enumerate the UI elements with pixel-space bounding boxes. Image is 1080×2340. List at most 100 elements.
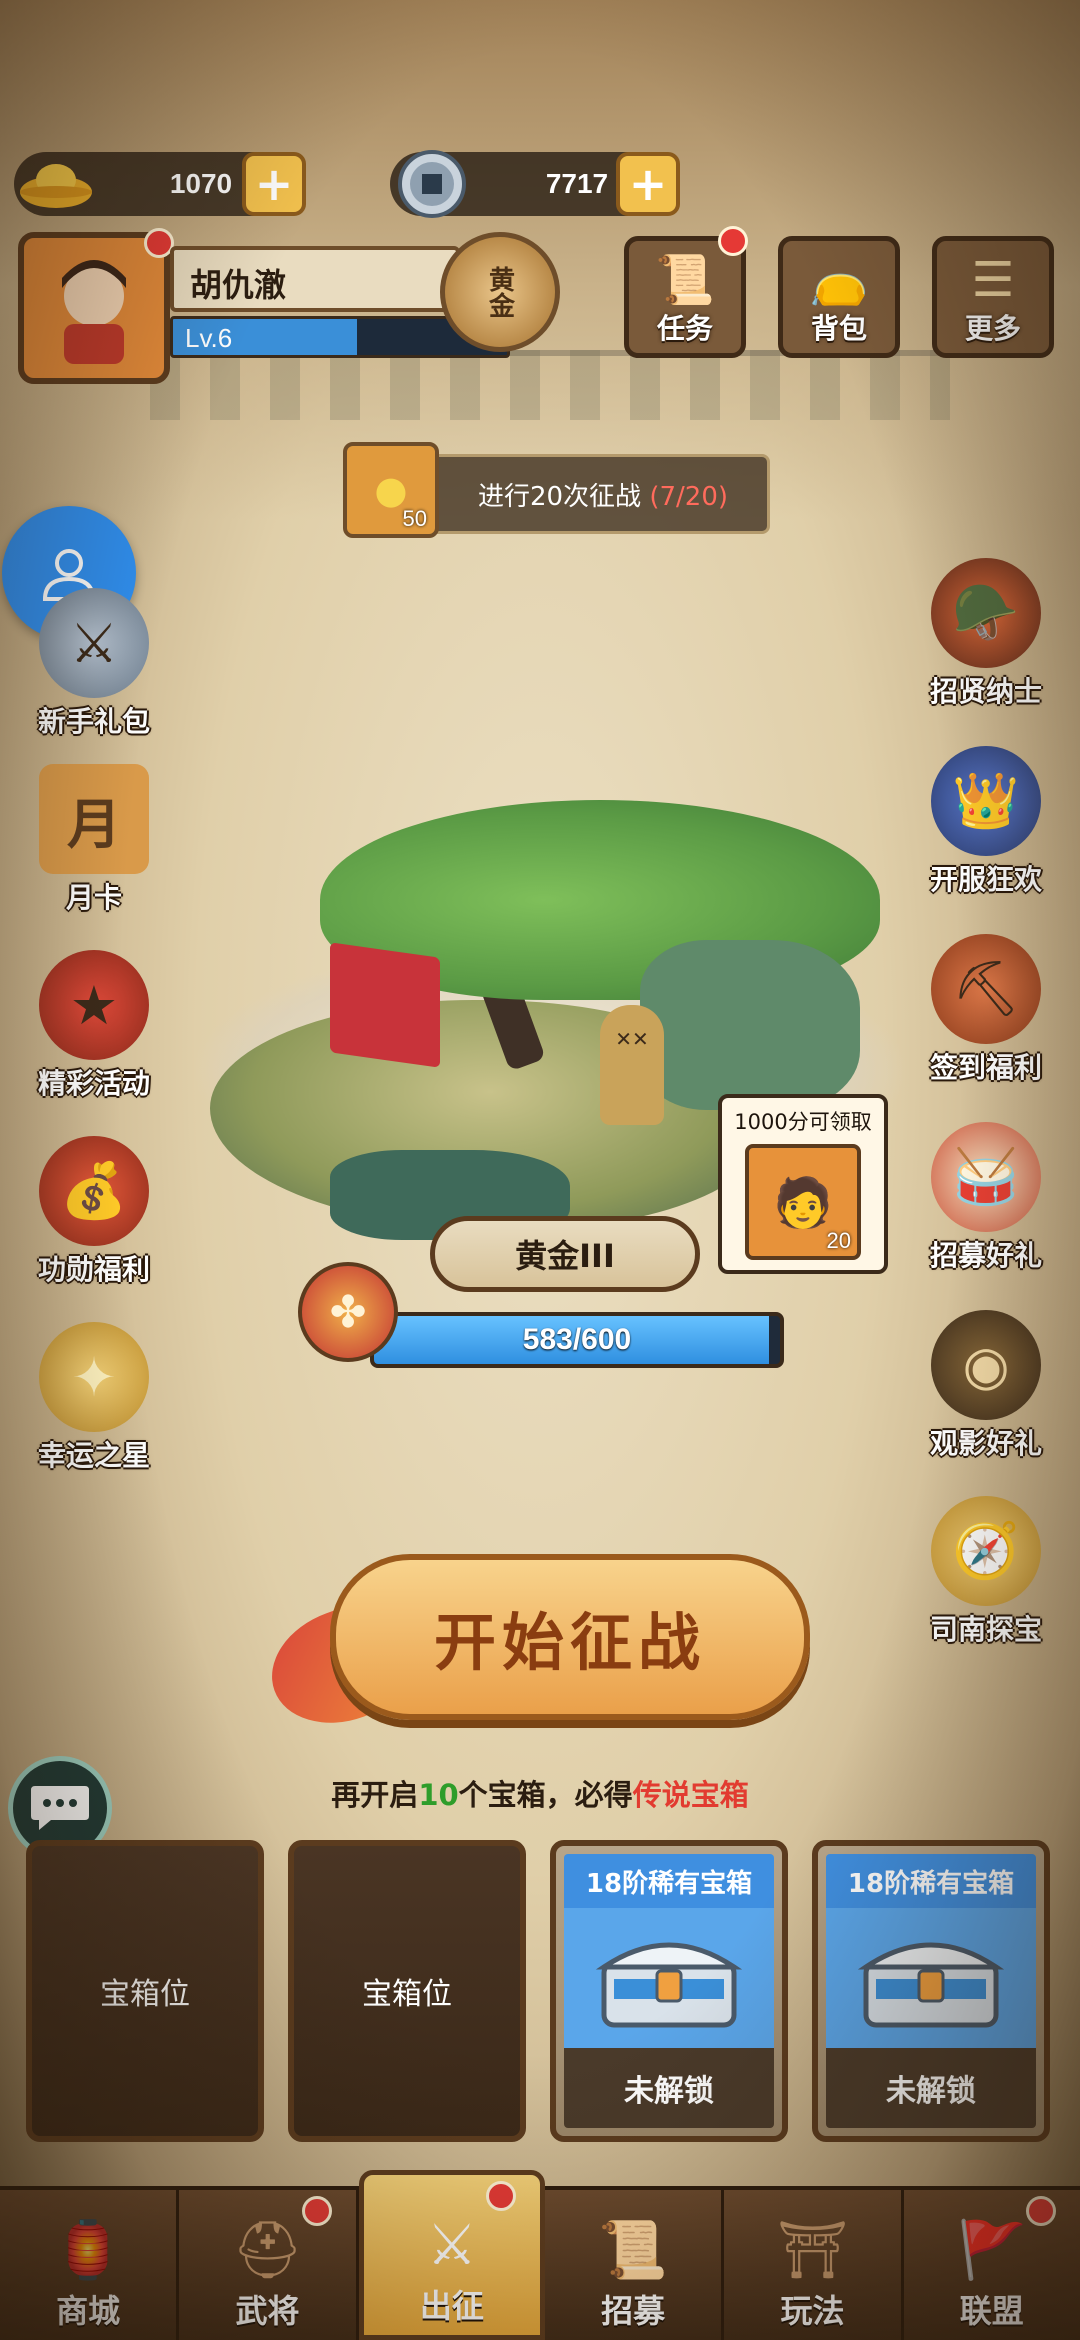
nav-label: 联盟: [959, 2292, 1024, 2330]
general-icon: 🪖: [931, 558, 1041, 668]
nav-label: 商城: [56, 2292, 121, 2330]
alliance-flag-icon: 🚩: [956, 2218, 1027, 2283]
event-server-carnival[interactable]: 👑 开服狂欢: [906, 746, 1066, 916]
bag-button[interactable]: 👝 背包: [778, 236, 900, 358]
event-label: 新手礼包: [37, 705, 150, 738]
nav-gameplay[interactable]: ⛩ 玩法: [724, 2190, 904, 2340]
chest-tip-count: 10: [418, 1778, 459, 1812]
chest-slot-label: 宝箱位: [100, 1977, 190, 2012]
chest-slot-3[interactable]: 18阶稀有宝箱 未解锁: [550, 1840, 788, 2142]
event-label: 司南探宝: [929, 1613, 1042, 1646]
bag-label: 背包: [810, 312, 867, 345]
more-button[interactable]: ☰ 更多: [932, 236, 1054, 358]
score-medal-icon: ✤: [298, 1262, 398, 1362]
background-wall-band: [150, 350, 950, 420]
warrior-icon: ⚔: [39, 588, 149, 698]
event-recruit-talents[interactable]: 🪖 招贤纳士: [906, 558, 1066, 728]
event-month-card[interactable]: 月 月卡: [14, 764, 174, 934]
event-highlights[interactable]: ★ 精彩活动: [14, 950, 174, 1120]
nav-alliance[interactable]: 🚩 联盟: [904, 2190, 1080, 2340]
quest-reward-icon: ● 50: [343, 442, 439, 538]
recruit-scroll-icon: 📜: [598, 2218, 669, 2283]
event-label: 精彩活动: [37, 1067, 150, 1100]
chest-status: 未解锁: [564, 2048, 774, 2128]
drum-icon: 🥁: [931, 1122, 1041, 1232]
battle-icon: ⚔: [426, 2213, 477, 2278]
event-merit-rewards[interactable]: 💰 功勋福利: [14, 1136, 174, 1306]
month-card-icon: 月: [39, 764, 149, 874]
treasure-chest-icon: [595, 1942, 743, 2028]
event-lucky-star[interactable]: ✦ 幸运之星: [14, 1322, 174, 1492]
gift-bag-icon: ★: [39, 950, 149, 1060]
chest-slot-label: 宝箱位: [362, 1977, 452, 2012]
compass-icon: 🧭: [931, 1496, 1041, 1606]
nav-recruit[interactable]: 📜 招募: [545, 2190, 725, 2340]
quest-reward-count: 50: [402, 506, 427, 531]
rank-emblem[interactable]: 黄金: [440, 232, 560, 352]
nav-badge: [301, 2196, 332, 2226]
film-reel-icon: ◉: [931, 1310, 1041, 1420]
event-compass-treasure[interactable]: 🧭 司南探宝: [906, 1496, 1066, 1666]
quest-progress: (7/20): [649, 481, 729, 512]
chest-slot-4[interactable]: 18阶稀有宝箱 未解锁: [812, 1840, 1050, 2142]
treasure-bag-icon: 💰: [39, 1136, 149, 1246]
shovel-gold-icon: ⛏: [931, 934, 1041, 1044]
add-gold-button[interactable]: +: [242, 152, 306, 216]
helmet-icon: ⛑: [231, 2218, 304, 2283]
event-watch-video-gift[interactable]: ◉ 观影好礼: [906, 1310, 1066, 1480]
nav-shop[interactable]: 🏮 商城: [0, 2190, 180, 2340]
red-banner-flag: [330, 942, 440, 1068]
rock: [640, 940, 860, 1110]
quest-bar[interactable]: ● 50 进行20次征战 (7/20): [343, 442, 770, 538]
player-name: 胡仇澈: [170, 246, 460, 312]
nav-badge: [485, 2181, 516, 2211]
chest-title: 18阶稀有宝箱: [564, 1854, 774, 1908]
rank-banner: 黄金III: [430, 1216, 700, 1292]
add-coin-button[interactable]: +: [616, 152, 680, 216]
treasure-chest-icon: [857, 1942, 1005, 2028]
gold-ingot-icon: [14, 154, 98, 214]
task-badge: [718, 226, 748, 256]
chest-slot-1[interactable]: 宝箱位: [26, 1840, 264, 2142]
event-label: 签到福利: [929, 1051, 1042, 1084]
copper-coin-icon: [390, 150, 474, 218]
event-label: 功勋福利: [37, 1253, 150, 1286]
event-label: 月卡: [65, 881, 122, 914]
strategist-icon: 👑: [931, 746, 1041, 856]
reward-count: 20: [826, 1228, 851, 1253]
menu-icon: ☰: [971, 252, 1015, 308]
score-text: 583/600: [522, 1323, 632, 1356]
chest-slot-2[interactable]: 宝箱位: [288, 1840, 526, 2142]
chest-title: 18阶稀有宝箱: [826, 1854, 1036, 1908]
nav-badge: [1025, 2196, 1056, 2226]
more-label: 更多: [964, 312, 1021, 345]
chest-tip-reward: 传说宝箱: [632, 1778, 749, 1812]
nav-label: 玩法: [780, 2292, 845, 2330]
chest-status: 未解锁: [826, 2048, 1036, 2128]
start-battle-button[interactable]: 开始征战: [330, 1554, 810, 1720]
star-icon: ✦: [39, 1322, 149, 1432]
score-reward-bubble[interactable]: 1000分可领取 🧑 20: [718, 1094, 888, 1274]
nav-label: 出征: [419, 2287, 484, 2325]
chest-image: [826, 1908, 1036, 2048]
quest-text: 进行20次征战 (7/20): [439, 476, 767, 513]
nav-label: 招募: [601, 2292, 666, 2330]
bag-icon: 👝: [809, 252, 869, 308]
event-label: 开服狂欢: [929, 863, 1042, 896]
event-recruit-gift[interactable]: 🥁 招募好礼: [906, 1122, 1066, 1292]
bottom-nav: 🏮 商城 ⛑ 武将 ⚔ 出征 📜 招募 ⛩ 玩法 🚩 联盟: [0, 2170, 1080, 2340]
chat-bubble-icon: [31, 1786, 89, 1830]
training-dummy: ✕✕: [600, 1005, 664, 1125]
chest-tip: 再开启10个宝箱，必得传说宝箱: [0, 1772, 1080, 1814]
avatar[interactable]: [18, 232, 170, 384]
shop-icon: 🏮: [53, 2218, 124, 2283]
score-progress-bar: 583/600: [370, 1312, 784, 1368]
event-newbie-pack[interactable]: ⚔ 新手礼包: [14, 588, 174, 758]
nav-generals[interactable]: ⛑ 武将: [179, 2190, 359, 2340]
scroll-icon: 📜: [655, 252, 715, 308]
event-checkin-rewards[interactable]: ⛏ 签到福利: [906, 934, 1066, 1104]
event-label: 招贤纳士: [929, 675, 1042, 708]
nav-battle[interactable]: ⚔ 出征: [358, 2170, 545, 2340]
nav-label: 武将: [235, 2292, 300, 2330]
hero-portrait-icon: 🧑: [773, 1174, 833, 1231]
